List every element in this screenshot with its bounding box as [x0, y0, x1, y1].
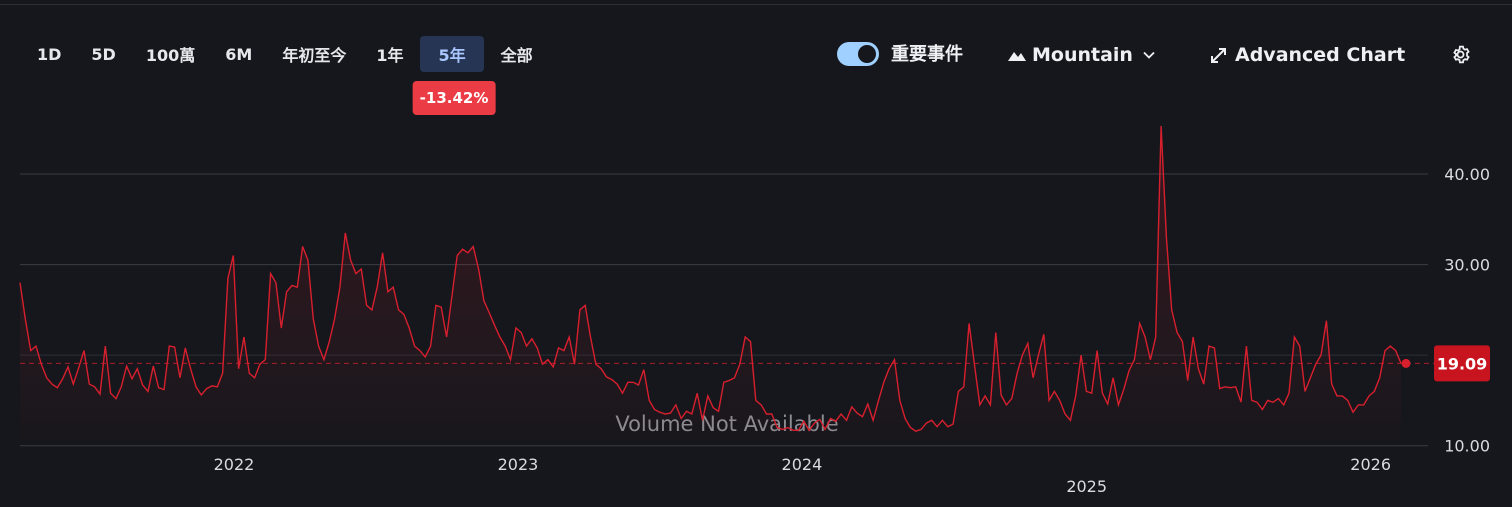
x-tick-label: 2025 — [1066, 477, 1107, 496]
y-tick-label: 10.00 — [1444, 437, 1490, 456]
x-tick-label: 2024 — [782, 455, 823, 474]
x-tick-label: 2026 — [1350, 455, 1391, 474]
y-tick-label: 40.00 — [1444, 165, 1490, 184]
last-price-dot — [1401, 358, 1411, 368]
price-chart[interactable]: 10.0030.0040.00 Volume Not Available 19.… — [0, 0, 1512, 507]
x-tick-label: 2022 — [214, 455, 255, 474]
last-price-label: 19.09 — [1437, 354, 1488, 373]
x-tick-label: 2023 — [498, 455, 539, 474]
y-tick-label: 30.00 — [1444, 256, 1490, 275]
